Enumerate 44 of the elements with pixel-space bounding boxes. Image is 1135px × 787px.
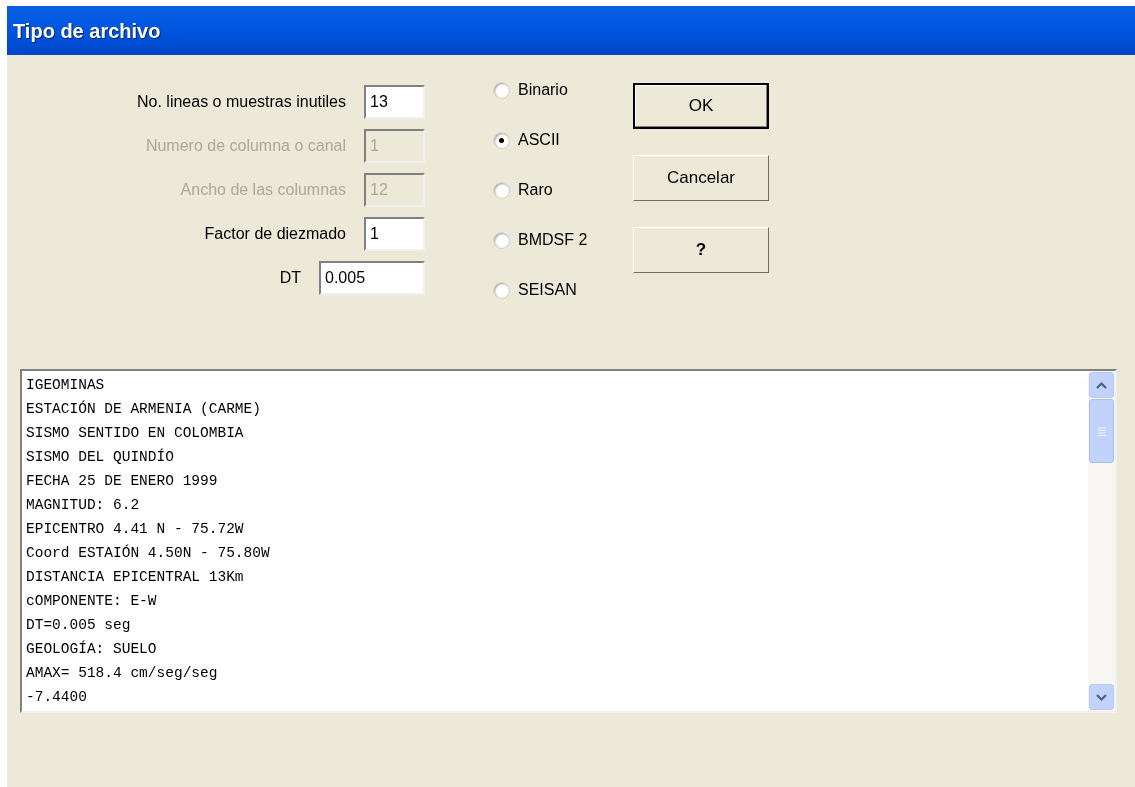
input-field[interactable]: 0.005 bbox=[319, 261, 425, 295]
radio-button[interactable] bbox=[493, 281, 510, 299]
input-field[interactable]: 13 bbox=[364, 85, 425, 119]
field-label: DT bbox=[279, 268, 301, 288]
grip-icon bbox=[1097, 426, 1106, 436]
radio-button[interactable] bbox=[493, 181, 510, 199]
text-line: IGEOMINAS bbox=[26, 376, 105, 395]
field-label: Numero de columna o canal bbox=[145, 136, 346, 156]
text-line: -7.4400 bbox=[26, 688, 87, 707]
field-label: Factor de diezmado bbox=[204, 224, 346, 244]
input-field[interactable]: 1 bbox=[364, 217, 425, 251]
field-label: No. lineas o muestras inutiles bbox=[137, 92, 346, 112]
radio-label: ASCII bbox=[518, 130, 560, 150]
text-line: SISMO SENTIDO EN COLOMBIA bbox=[26, 424, 244, 443]
radio-label: BMDSF 2 bbox=[518, 230, 588, 250]
dialog-button[interactable]: Cancelar bbox=[633, 155, 769, 201]
scroll-down-button[interactable] bbox=[1089, 684, 1114, 710]
text-line: DT=0.005 seg bbox=[26, 616, 131, 635]
dialog-button[interactable]: OK bbox=[633, 83, 769, 129]
text-line: AMAX= 518.4 cm/seg/seg bbox=[26, 664, 218, 683]
radio-label: Binario bbox=[518, 80, 568, 100]
text-line: GEOLOGÍA: SUELO bbox=[26, 639, 157, 659]
text-line: SISMO DEL QUINDÍO bbox=[26, 447, 174, 467]
text-area[interactable] bbox=[20, 369, 1117, 713]
text-line: Coord ESTAIÓN 4.50N - 75.80W bbox=[26, 543, 270, 563]
text-line: ESTACIÓN DE ARMENIA (CARME) bbox=[26, 399, 261, 419]
radio-label: SEISAN bbox=[518, 280, 577, 300]
scroll-up-button[interactable] bbox=[1089, 372, 1114, 398]
chevron-down-icon bbox=[1096, 693, 1107, 701]
scroll-thumb[interactable] bbox=[1089, 399, 1114, 463]
text-line: EPICENTRO 4.41 N - 75.72W bbox=[26, 520, 244, 539]
dialog-button[interactable]: ? bbox=[633, 227, 769, 273]
scrollbar[interactable] bbox=[1088, 371, 1115, 711]
field-label: Ancho de las columnas bbox=[180, 180, 346, 200]
window-title: Tipo de archivo bbox=[13, 18, 161, 44]
text-line: MAGNITUD: 6.2 bbox=[26, 496, 140, 515]
chevron-up-icon bbox=[1096, 381, 1107, 389]
radio-label: Raro bbox=[518, 180, 553, 200]
radio-button[interactable] bbox=[493, 81, 510, 99]
text-line: DISTANCIA EPICENTRAL 13Km bbox=[26, 568, 244, 587]
radio-button[interactable] bbox=[493, 131, 510, 149]
radio-button[interactable] bbox=[493, 231, 510, 249]
text-line: cOMPONENTE: E-W bbox=[26, 592, 157, 611]
text-line: FECHA 25 DE ENERO 1999 bbox=[26, 472, 218, 491]
